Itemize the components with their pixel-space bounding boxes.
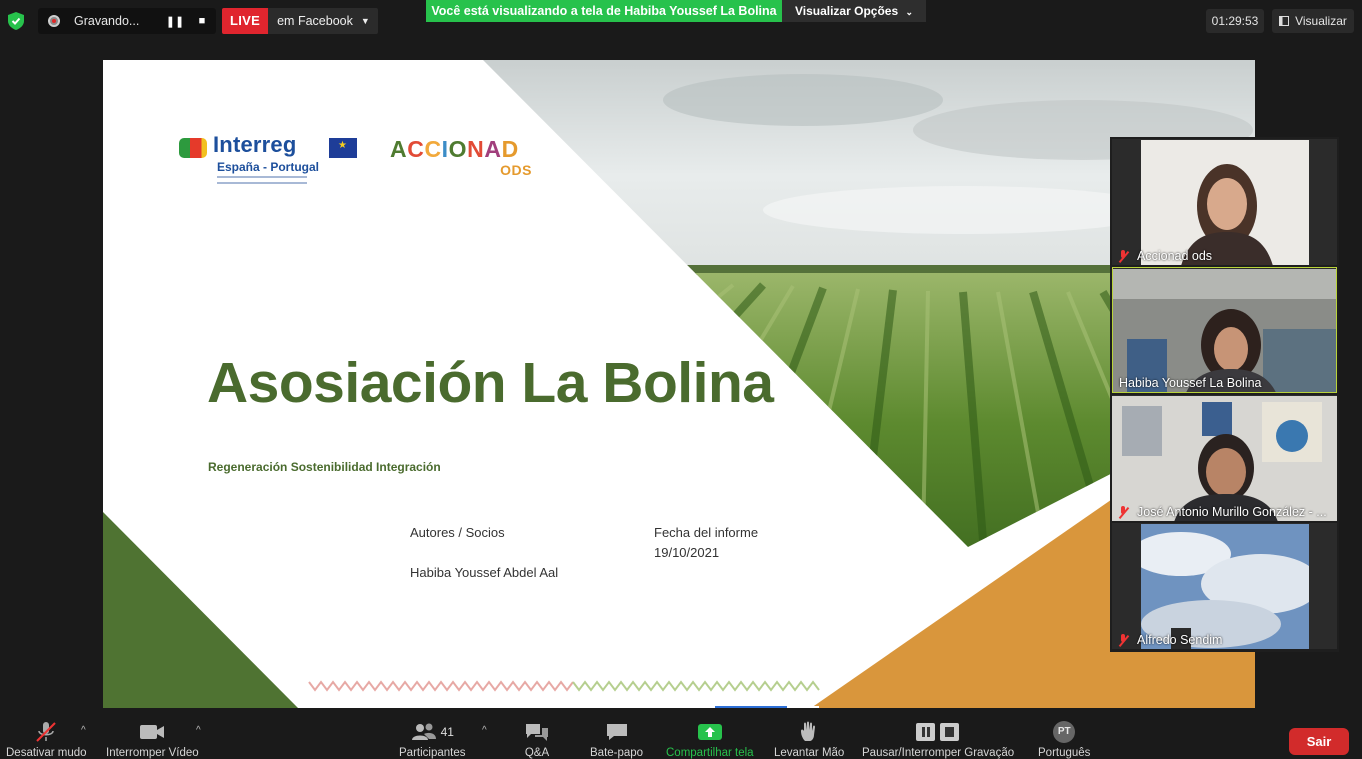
participant-name-text: Accionad ods [1137, 249, 1213, 263]
report-date-value: 19/10/2021 [654, 545, 720, 560]
participant-name: José Antonio Murillo González - ... [1118, 505, 1327, 519]
language-button[interactable]: PT Português [1038, 721, 1090, 759]
stop-video-label: Interromper Vídeo [106, 747, 199, 759]
view-button[interactable]: Visualizar [1272, 9, 1354, 33]
participants-options-caret-icon[interactable]: ^ [482, 725, 487, 736]
raise-hand-button[interactable]: Levantar Mão [774, 721, 844, 759]
recording-controls-label: Pausar/Interromper Gravação [862, 747, 1015, 759]
recording-indicator: Gravando... [38, 8, 216, 34]
video-gallery: Accionad ods Habiba Youssef La Bolina Jo… [1110, 137, 1339, 652]
accionad-logo-word: ACCIONAD [390, 136, 519, 162]
microphone-muted-icon [34, 721, 58, 743]
mic-muted-icon [1118, 249, 1128, 263]
video-options-caret-icon[interactable]: ^ [196, 725, 201, 736]
meeting-toolbar: Desativar mudo ^ Interromper Vídeo ^ 41 … [0, 715, 1362, 759]
participant-video [1141, 140, 1309, 265]
participant-tile-active-speaker[interactable]: Habiba Youssef La Bolina [1112, 267, 1337, 393]
share-screen-label: Compartilhar tela [666, 747, 754, 759]
mic-muted-icon [1118, 505, 1128, 519]
participant-video [1141, 524, 1309, 649]
stop-icon[interactable]: ■ [191, 8, 213, 34]
participant-name: Habiba Youssef La Bolina [1119, 376, 1261, 390]
participant-name-text: José Antonio Murillo González - ... [1137, 505, 1327, 519]
view-options-label: Visualizar Opções [794, 4, 899, 18]
shared-screen: Interreg España - Portugal ACCIONAD ODS … [103, 60, 1255, 708]
caret-down-icon: ▼ [360, 16, 370, 26]
participant-name-text: Alfredo Sendim [1137, 633, 1223, 647]
participant-tile[interactable]: Alfredo Sendim [1112, 523, 1337, 649]
view-options-button[interactable]: Visualizar Opções ⌄ [782, 0, 926, 22]
participant-video [1113, 269, 1336, 392]
accionad-logo: ACCIONAD ODS [390, 136, 540, 180]
participant-tile[interactable]: Accionad ods [1112, 139, 1337, 265]
meeting-timer: 01:29:53 [1206, 9, 1264, 33]
chat-label: Bate-papo [590, 747, 644, 759]
unmute-label: Desativar mudo [6, 747, 87, 759]
participant-name-text: Habiba Youssef La Bolina [1119, 376, 1262, 390]
video-camera-icon [139, 721, 165, 743]
interreg-logo-subtitle: España - Portugal [217, 160, 320, 174]
grid-view-icon [1279, 16, 1290, 26]
chevron-down-icon: ⌄ [905, 7, 914, 17]
live-target: em Facebook [277, 14, 353, 28]
slide-scrollbar-thumb[interactable] [715, 706, 787, 708]
chat-button[interactable]: Bate-papo [590, 721, 643, 759]
accionad-logo-subtitle: ODS [500, 162, 532, 178]
qa-bubbles-icon [524, 721, 550, 743]
interreg-logo: Interreg España - Portugal [179, 132, 359, 190]
participant-name: Alfredo Sendim [1118, 633, 1222, 647]
recording-controls-button[interactable]: Pausar/Interromper Gravação [862, 721, 1014, 759]
slide-title: Asosiación La Bolina [207, 351, 774, 415]
participants-button[interactable]: 41 Participantes [399, 721, 465, 759]
authors-value: Habiba Youssef Abdel Aal [410, 565, 559, 580]
language-label: Português [1038, 747, 1091, 759]
raise-hand-label: Levantar Mão [774, 747, 845, 759]
live-badge: LIVE [222, 8, 269, 34]
interreg-logo-word: Interreg [213, 132, 297, 157]
share-screen-icon [697, 721, 723, 743]
audio-options-caret-icon[interactable]: ^ [81, 725, 86, 736]
participant-tile[interactable]: José Antonio Murillo González - ... [1112, 395, 1337, 521]
slide-subtitle: Regeneración Sostenibilidad Integración [208, 460, 441, 474]
qa-button[interactable]: Q&A [524, 721, 550, 759]
leave-meeting-button[interactable]: Sair [1289, 728, 1349, 755]
participant-name: Accionad ods [1118, 249, 1212, 263]
participants-icon: 41 [411, 721, 454, 743]
participants-label: Participantes [399, 747, 466, 759]
language-icon: PT [1053, 721, 1076, 743]
interreg-fine-print [217, 176, 307, 184]
meeting-top-bar: Gravando... ❚❚ ■ LIVE em Facebook ▼ Você… [0, 0, 1362, 42]
recording-dot-icon [48, 15, 60, 27]
qa-label: Q&A [524, 747, 550, 759]
share-screen-button[interactable]: Compartilhar tela [666, 721, 754, 759]
live-stream-button[interactable]: LIVE em Facebook ▼ [222, 8, 378, 34]
shield-check-icon[interactable] [8, 12, 24, 30]
participants-count: 41 [440, 725, 454, 739]
authors-label: Autores / Socios [410, 525, 505, 540]
screen-share-banner: Você está visualizando a tela de Habiba … [426, 0, 782, 22]
raised-hand-icon [799, 721, 819, 743]
interreg-emblem-icon [179, 138, 207, 158]
view-button-label: Visualizar [1295, 14, 1347, 28]
stop-video-button[interactable]: Interromper Vídeo [106, 721, 199, 759]
recording-status: Gravando... [74, 14, 140, 28]
chat-bubble-icon [605, 721, 629, 743]
report-date-label: Fecha del informe [654, 525, 759, 540]
participant-video [1112, 396, 1337, 521]
pause-recording-icon [916, 723, 960, 741]
unmute-button[interactable]: Desativar mudo [6, 721, 87, 759]
eu-flag-icon [329, 138, 357, 158]
pause-icon[interactable]: ❚❚ [164, 8, 186, 34]
mic-muted-icon [1118, 633, 1128, 647]
language-code: PT [1053, 721, 1076, 743]
recording-controls-icons [915, 721, 961, 743]
